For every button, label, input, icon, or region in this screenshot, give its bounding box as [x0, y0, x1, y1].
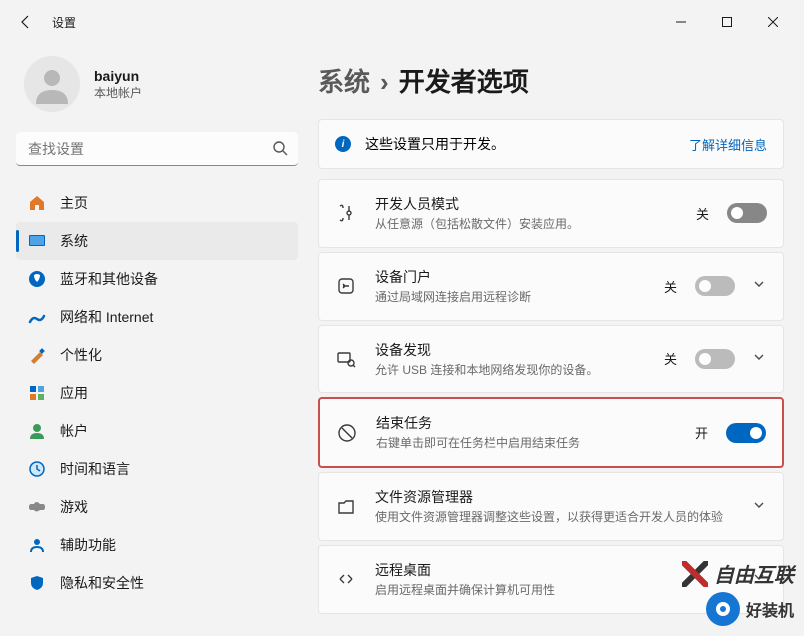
toggle-switch[interactable] — [695, 276, 735, 296]
card-title: 文件资源管理器 — [375, 487, 735, 507]
card-title: 设备门户 — [375, 267, 646, 287]
chevron-down-icon[interactable] — [753, 350, 767, 368]
sidebar-item-2[interactable]: 蓝牙和其他设备 — [16, 260, 298, 298]
nav-icon-2 — [28, 270, 46, 288]
sidebar-item-5[interactable]: 应用 — [16, 374, 298, 412]
chevron-down-icon[interactable] — [753, 570, 767, 588]
nav-label: 应用 — [60, 383, 88, 403]
card-title: 远程桌面 — [375, 560, 735, 580]
toggle-switch[interactable] — [727, 203, 767, 223]
nav-label: 辅助功能 — [60, 535, 116, 555]
close-button[interactable] — [750, 6, 796, 38]
setting-card-2[interactable]: 设备发现 允许 USB 连接和本地网络发现你的设备。 关 — [318, 325, 784, 394]
card-state: 关 — [696, 204, 709, 223]
nav-label: 隐私和安全性 — [60, 573, 144, 593]
nav-label: 游戏 — [60, 497, 88, 517]
nav-icon-3 — [28, 308, 46, 326]
nav-icon-1 — [28, 232, 46, 250]
card-title: 结束任务 — [376, 413, 677, 433]
setting-card-1[interactable]: 设备门户 通过局域网连接启用远程诊断 关 — [318, 252, 784, 321]
card-subtitle: 启用远程桌面并确保计算机可用性 — [375, 582, 735, 599]
window-controls — [658, 6, 796, 38]
card-icon — [335, 569, 357, 589]
avatar — [24, 56, 80, 112]
toggle-switch[interactable] — [695, 349, 735, 369]
nav-label: 帐户 — [60, 421, 88, 441]
back-button[interactable] — [8, 4, 44, 40]
nav-label: 时间和语言 — [60, 459, 130, 479]
nav-icon-5 — [28, 384, 46, 402]
setting-card-4[interactable]: 文件资源管理器 使用文件资源管理器调整这些设置，以获得更适合开发人员的体验 — [318, 472, 784, 541]
minimize-button[interactable] — [658, 6, 704, 38]
card-subtitle: 使用文件资源管理器调整这些设置，以获得更适合开发人员的体验 — [375, 509, 735, 526]
setting-card-5[interactable]: 远程桌面 启用远程桌面并确保计算机可用性 — [318, 545, 784, 614]
sidebar-item-8[interactable]: 游戏 — [16, 488, 298, 526]
breadcrumb-current: 开发者选项 — [399, 67, 529, 97]
sidebar: baiyun 本地帐户 主页系统蓝牙和其他设备网络和 Internet 个性化应用… — [0, 44, 310, 636]
arrow-left-icon — [18, 14, 34, 30]
card-subtitle: 从任意源（包括松散文件）安装应用。 — [375, 216, 678, 233]
nav-icon-9 — [28, 536, 46, 554]
nav-icon-8 — [28, 498, 46, 516]
sidebar-item-7[interactable]: 时间和语言 — [16, 450, 298, 488]
setting-card-3[interactable]: 结束任务 右键单击即可在任务栏中启用结束任务 开 — [318, 397, 784, 468]
chevron-down-icon[interactable] — [753, 498, 767, 516]
minimize-icon — [676, 17, 686, 27]
card-icon — [335, 349, 357, 369]
nav-label: 系统 — [60, 231, 88, 251]
toggle-switch[interactable] — [726, 423, 766, 443]
user-name: baiyun — [94, 68, 142, 84]
learn-more-link[interactable]: 了解详细信息 — [689, 135, 767, 154]
chevron-down-icon[interactable] — [753, 277, 767, 295]
card-subtitle: 允许 USB 连接和本地网络发现你的设备。 — [375, 362, 646, 379]
search-wrap — [16, 132, 298, 166]
titlebar: 设置 — [0, 0, 804, 44]
sidebar-item-9[interactable]: 辅助功能 — [16, 526, 298, 564]
content: 系统 › 开发者选项 i 这些设置只用于开发。 了解详细信息 开发人员模式 从任意源… — [310, 44, 804, 636]
card-icon — [335, 497, 357, 517]
card-icon — [336, 423, 358, 443]
card-subtitle: 右键单击即可在任务栏中启用结束任务 — [376, 435, 677, 452]
card-icon — [335, 203, 357, 223]
sidebar-item-1[interactable]: 系统 — [16, 222, 298, 260]
search-input[interactable] — [16, 132, 298, 166]
window-title: 设置 — [52, 14, 76, 31]
breadcrumb-sep: › — [380, 67, 389, 97]
nav-label: 蓝牙和其他设备 — [60, 269, 158, 289]
nav-label: 个性化 — [60, 345, 102, 365]
setting-card-0[interactable]: 开发人员模式 从任意源（包括松散文件）安装应用。 关 — [318, 179, 784, 248]
sidebar-item-6[interactable]: 帐户 — [16, 412, 298, 450]
close-icon — [768, 17, 778, 27]
maximize-button[interactable] — [704, 6, 750, 38]
card-title: 开发人员模式 — [375, 194, 678, 214]
nav-icon-7 — [28, 460, 46, 478]
nav-label: 网络和 Internet — [60, 307, 153, 327]
nav-icon-6 — [28, 422, 46, 440]
search-icon — [272, 140, 288, 161]
nav-icon-4 — [28, 346, 46, 364]
sidebar-item-4[interactable]: 个性化 — [16, 336, 298, 374]
breadcrumb-parent[interactable]: 系统 — [318, 67, 370, 97]
nav-label: 主页 — [60, 193, 88, 213]
card-state: 关 — [664, 277, 677, 296]
nav-icon-0 — [28, 194, 46, 212]
user-block[interactable]: baiyun 本地帐户 — [16, 44, 298, 132]
user-account-type: 本地帐户 — [94, 84, 142, 101]
nav-list: 主页系统蓝牙和其他设备网络和 Internet 个性化应用帐户时间和语言游戏辅助功… — [16, 184, 298, 602]
maximize-icon — [722, 17, 732, 27]
info-banner: i 这些设置只用于开发。 了解详细信息 — [318, 119, 784, 169]
sidebar-item-10[interactable]: 隐私和安全性 — [16, 564, 298, 602]
sidebar-item-0[interactable]: 主页 — [16, 184, 298, 222]
card-subtitle: 通过局域网连接启用远程诊断 — [375, 289, 646, 306]
nav-icon-10 — [28, 574, 46, 592]
card-icon — [335, 276, 357, 296]
info-text: 这些设置只用于开发。 — [365, 134, 505, 154]
card-state: 开 — [695, 423, 708, 442]
card-state: 关 — [664, 349, 677, 368]
card-title: 设备发现 — [375, 340, 646, 360]
user-icon — [32, 64, 72, 104]
sidebar-item-3[interactable]: 网络和 Internet — [16, 298, 298, 336]
breadcrumb: 系统 › 开发者选项 — [318, 62, 784, 99]
info-icon: i — [335, 136, 351, 152]
